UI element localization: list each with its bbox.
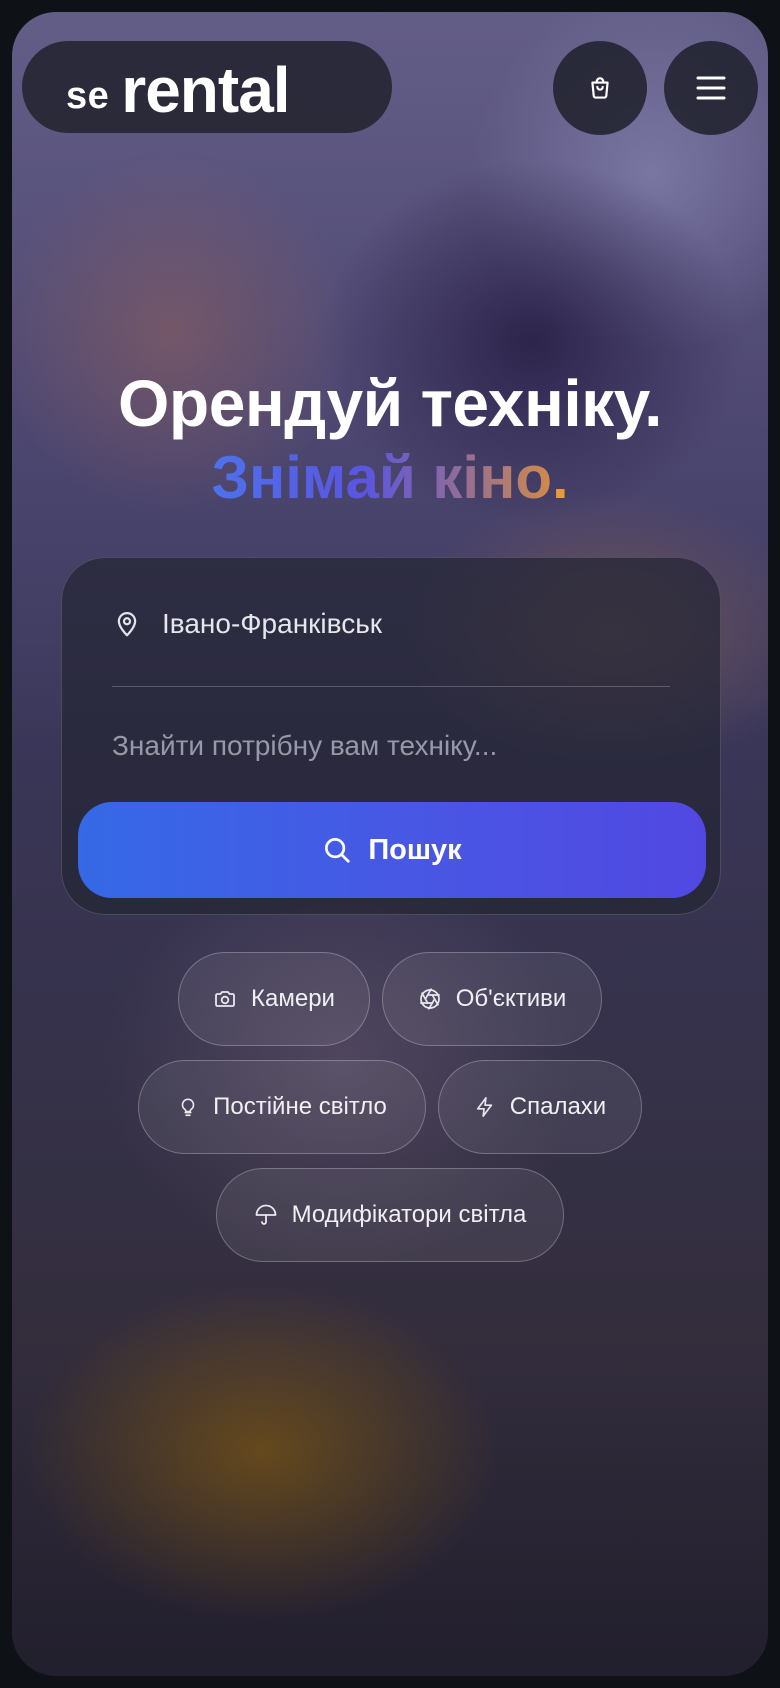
search-card: Івано-Франківськ Пошук (61, 557, 721, 915)
category-chip-light-modifiers[interactable]: Модифікатори світла (216, 1168, 564, 1262)
search-input[interactable] (112, 716, 672, 776)
aperture-icon (419, 988, 440, 1010)
category-chip-cameras[interactable]: Камери (178, 952, 370, 1046)
cart-button[interactable] (553, 41, 647, 135)
menu-button[interactable] (664, 41, 758, 135)
search-icon (325, 838, 350, 863)
hero-subtitle-dot: . (551, 444, 569, 511)
search-button[interactable]: Пошук (78, 802, 706, 898)
hero-subtitle: Знімай кіно. (12, 448, 768, 508)
location-text: Івано-Франківськ (162, 608, 383, 639)
shopping-bag-icon (591, 77, 609, 99)
category-chip-continuous-light[interactable]: Постійне світло (138, 1060, 426, 1154)
search-button-label: Пошук (368, 833, 462, 866)
logo-wordmark: rental (121, 53, 290, 126)
category-chip-flashes[interactable]: Спалахи (438, 1060, 642, 1154)
hero-title: Орендуй техніку. (118, 366, 662, 440)
logo[interactable]: se rental (22, 41, 392, 133)
category-chip-lenses[interactable]: Об'єктиви (382, 952, 602, 1046)
lightning-icon (476, 1097, 493, 1117)
location-selector[interactable]: Івано-Франківськ (112, 608, 382, 640)
hero-subtitle-text: Знімай кіно (211, 444, 552, 511)
umbrella-icon (255, 1204, 276, 1225)
lightbulb-icon (181, 1098, 195, 1117)
logo-prefix: se (66, 75, 110, 117)
category-label: Спалахи (509, 1093, 607, 1120)
camera-icon (215, 991, 235, 1007)
map-pin-icon (117, 612, 137, 637)
hamburger-menu-icon (696, 76, 726, 100)
category-label: Камери (251, 985, 335, 1012)
category-label: Модифікатори світла (291, 1201, 527, 1228)
divider (112, 686, 670, 687)
app-frame: se rental Орендуй техніку. Знімай кіно. … (12, 12, 768, 1676)
category-label: Постійне світло (213, 1093, 387, 1120)
category-label: Об'єктиви (455, 985, 567, 1012)
